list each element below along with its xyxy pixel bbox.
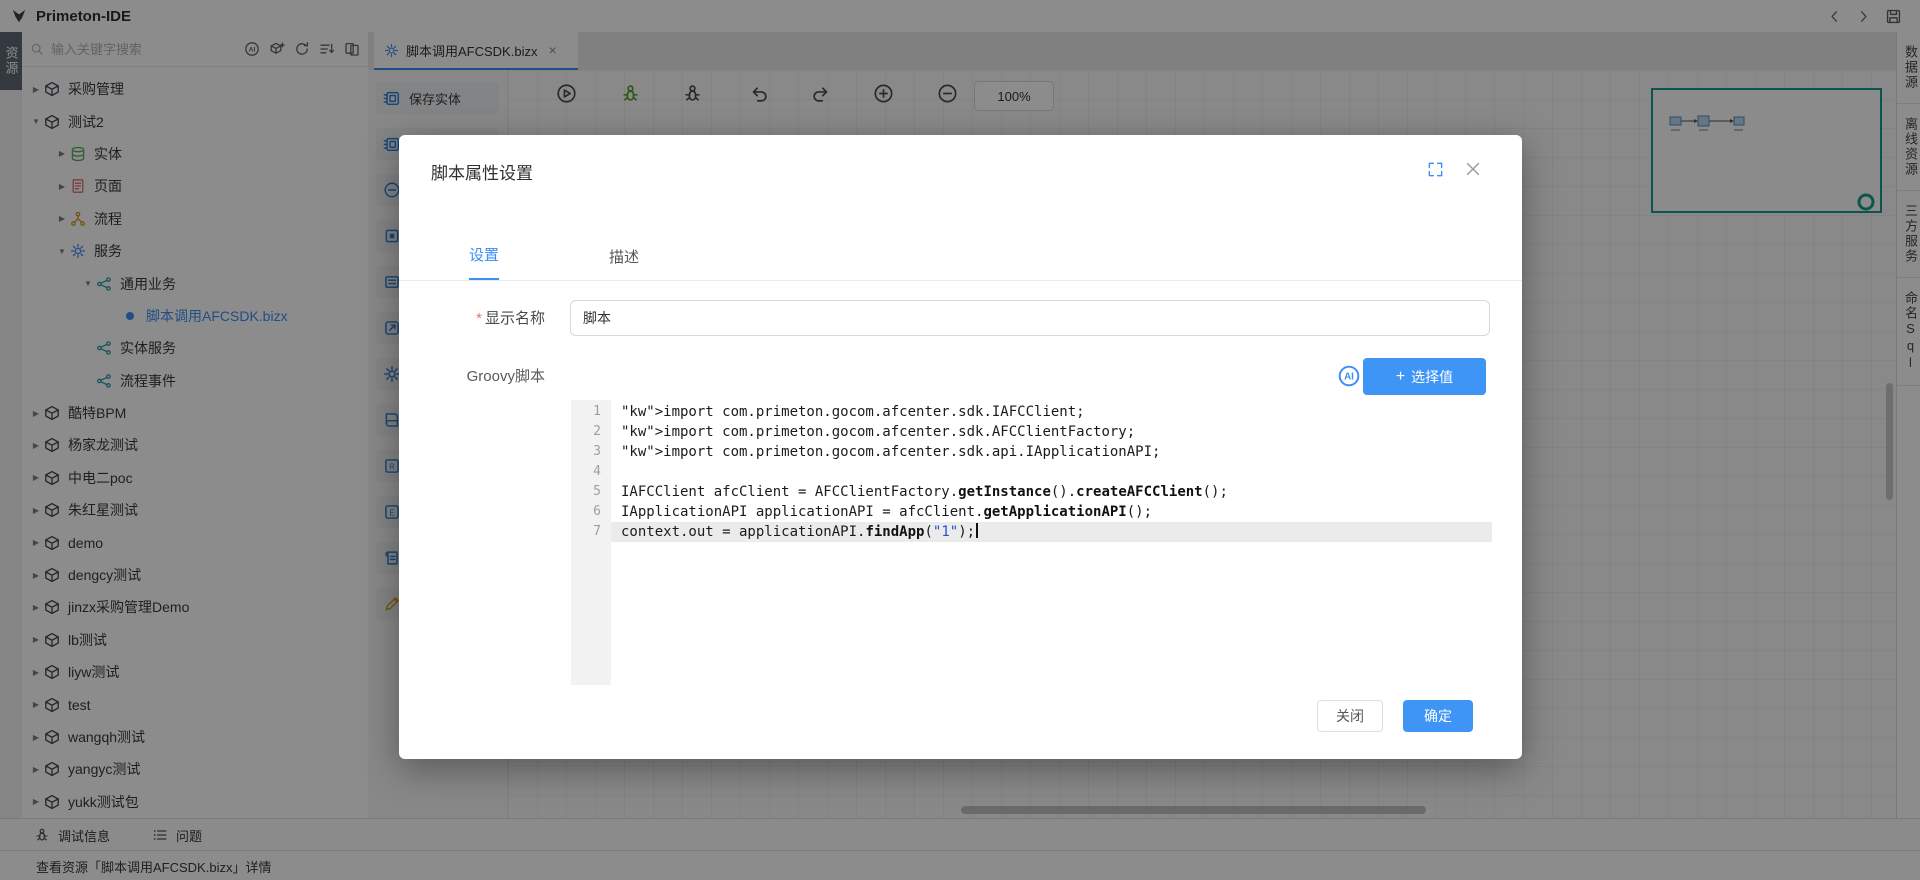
line-number: 7: [571, 522, 601, 542]
code-line[interactable]: context.out = applicationAPI.findApp("1"…: [611, 522, 1492, 542]
screen: Primeton-IDE 资源 AI ▶采购管理▼测试2▶实体▶页面▶流程▼服务…: [0, 0, 1920, 880]
line-number: 3: [571, 442, 601, 462]
groovy-script-label: Groovy脚本: [399, 365, 545, 386]
tab-description[interactable]: 描述: [609, 246, 639, 280]
line-number: 4: [571, 462, 601, 482]
close-icon[interactable]: [1464, 160, 1482, 178]
dialog-tabs: 设置 描述: [399, 231, 1522, 281]
code-line[interactable]: IApplicationAPI applicationAPI = afcClie…: [611, 502, 1492, 522]
groovy-code-editor[interactable]: 1234567 "kw">import com.primeton.gocom.a…: [571, 400, 1492, 685]
line-number: 5: [571, 482, 601, 502]
editor-gutter: 1234567: [571, 400, 611, 685]
editor-code[interactable]: "kw">import com.primeton.gocom.afcenter.…: [611, 400, 1492, 685]
required-mark: *: [476, 310, 482, 327]
code-line[interactable]: "kw">import com.primeton.gocom.afcenter.…: [611, 422, 1492, 442]
code-line[interactable]: "kw">import com.primeton.gocom.afcenter.…: [611, 442, 1492, 462]
script-properties-dialog: 脚本属性设置 设置 描述 *显示名称 Groovy脚本 AI +选择值 1234…: [399, 135, 1522, 759]
line-number: 2: [571, 422, 601, 442]
code-line[interactable]: IAFCClient afcClient = AFCClientFactory.…: [611, 482, 1492, 502]
ai-assist-icon[interactable]: AI: [1337, 364, 1361, 388]
line-number: 1: [571, 402, 601, 422]
display-name-input[interactable]: [570, 300, 1490, 336]
code-line[interactable]: [611, 462, 1492, 482]
svg-text:AI: AI: [1344, 372, 1354, 383]
select-value-button[interactable]: +选择值: [1363, 358, 1486, 395]
code-line[interactable]: "kw">import com.primeton.gocom.afcenter.…: [611, 402, 1492, 422]
line-number: 6: [571, 502, 601, 522]
tab-settings[interactable]: 设置: [469, 244, 499, 280]
fullscreen-icon[interactable]: [1427, 161, 1444, 178]
ok-button[interactable]: 确定: [1403, 700, 1473, 732]
close-button[interactable]: 关闭: [1317, 700, 1383, 732]
text-caret: [976, 523, 978, 538]
display-name-label: *显示名称: [399, 307, 545, 328]
dialog-title: 脚本属性设置: [431, 159, 533, 184]
